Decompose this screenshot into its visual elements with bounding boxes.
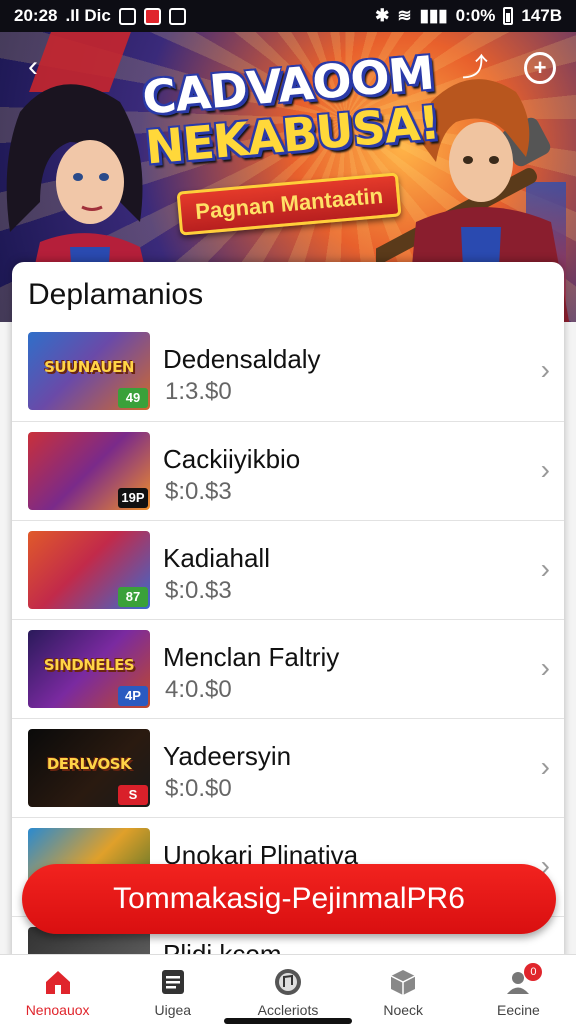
rating-badge: S [118, 785, 148, 805]
box-icon [390, 970, 416, 995]
game-thumbnail: 87 [28, 531, 150, 609]
signal-icon: ▮▮▮ [419, 6, 448, 25]
music-icon [275, 969, 301, 995]
rating-badge: 4P [118, 686, 148, 706]
item-title: Menclan Faltriy [163, 642, 340, 672]
list-item[interactable]: SUUNAUEN 49 Dedensaldaly 1:3.$0 › [12, 322, 564, 421]
status-right: ✱ ≋ ▮▮▮ 0:0% 147B [375, 6, 562, 26]
chevron-right-icon: › [540, 454, 550, 485]
item-price: 1:3.$0 [165, 378, 232, 405]
nav-item-store[interactable]: Noeck [346, 955, 461, 1024]
app-screen: 20:28 .Il Dic ✱ ≋ ▮▮▮ 0:0% 147B ‹ ⤴ + CA… [0, 0, 576, 1024]
nav-label-list: Uigea [154, 1002, 192, 1018]
item-title: Cackiiyikbio [163, 444, 301, 474]
item-title: Dedensaldaly [163, 344, 321, 374]
list-item[interactable]: 19P Cackiiyikbio $:0.$3 › [12, 421, 564, 520]
status-left: 20:28 .Il Dic [14, 6, 186, 26]
nav-label-home: Nenoauox [25, 1002, 90, 1018]
chevron-right-icon: › [540, 354, 550, 385]
nav-label-profile: Eecine [497, 1002, 540, 1018]
game-thumbnail: SINDNELES 4P [28, 630, 150, 708]
chevron-right-icon: › [540, 652, 550, 683]
game-thumbnail: 19P [28, 432, 150, 510]
wifi-icon: ≋ [397, 6, 412, 25]
share-icon[interactable]: ⤴ [460, 52, 490, 82]
nav-label-store: Noeck [383, 1002, 424, 1018]
app-notification-icon [143, 7, 161, 25]
home-indicator[interactable] [224, 1018, 352, 1024]
battery-percent: 0:0% [455, 6, 496, 25]
document-icon [161, 970, 184, 994]
bottom-nav: Nenoauox Uigea Accleriots Noeck 0 Eecine [0, 954, 576, 1024]
home-icon [45, 971, 70, 994]
thumbnail-logo-text: SINDNELES [43, 656, 135, 674]
nav-item-home[interactable]: Nenoauox [0, 955, 115, 1024]
back-button[interactable]: ‹ [18, 52, 48, 82]
chevron-right-icon: › [540, 553, 550, 584]
game-thumbnail: SUUNAUEN 49 [28, 332, 150, 410]
rating-badge: 19P [118, 488, 148, 508]
gallery-notification-icon [168, 7, 186, 25]
section-title: Deplamanios [28, 278, 204, 311]
chevron-right-icon: › [540, 751, 550, 782]
rating-badge: 49 [118, 388, 148, 408]
bluetooth-icon: ✱ [375, 6, 390, 25]
thumbnail-logo-text: DERLVOSK [46, 755, 132, 773]
status-time: 20:28 [14, 6, 58, 25]
rating-badge: 87 [118, 587, 148, 607]
add-button[interactable]: + [524, 52, 556, 84]
item-price: $:0.$0 [165, 775, 232, 802]
item-price: $:0.$3 [165, 577, 232, 604]
item-price: 4:0.$0 [165, 676, 232, 703]
game-thumbnail: DERLVOSK S [28, 729, 150, 807]
status-carrier: .Il Dic [65, 6, 111, 25]
item-title: Kadiahall [163, 543, 270, 573]
notification-icon [118, 7, 136, 25]
item-price: $:0.$3 [165, 478, 232, 505]
battery-label: 147B [521, 6, 562, 25]
nav-item-activity[interactable]: Accleriots [230, 955, 345, 1024]
thumbnail-logo-text: SUUNAUEN [44, 358, 134, 376]
primary-cta-button[interactable]: Tommakasig-PejinmalPR6 [22, 864, 556, 934]
battery-icon [503, 7, 514, 25]
status-bar: 20:28 .Il Dic ✱ ≋ ▮▮▮ 0:0% 147B [0, 0, 576, 32]
nav-item-profile[interactable]: 0 Eecine [461, 955, 576, 1024]
content-card: Deplamanios SUUNAUEN 49 Dedensaldaly 1:3.$0… [12, 262, 564, 962]
list-item[interactable]: SINDNELES 4P Menclan Faltriy 4:0.$0 › [12, 619, 564, 718]
list-item[interactable]: 87 Kadiahall $:0.$3 › [12, 520, 564, 619]
notification-badge: 0 [524, 963, 543, 981]
nav-label-activity: Accleriots [257, 1002, 319, 1018]
item-title: Yadeersyin [163, 741, 292, 771]
nav-item-list[interactable]: Uigea [115, 955, 230, 1024]
list-item[interactable]: DERLVOSK S Yadeersyin $:0.$0 › [12, 718, 564, 817]
